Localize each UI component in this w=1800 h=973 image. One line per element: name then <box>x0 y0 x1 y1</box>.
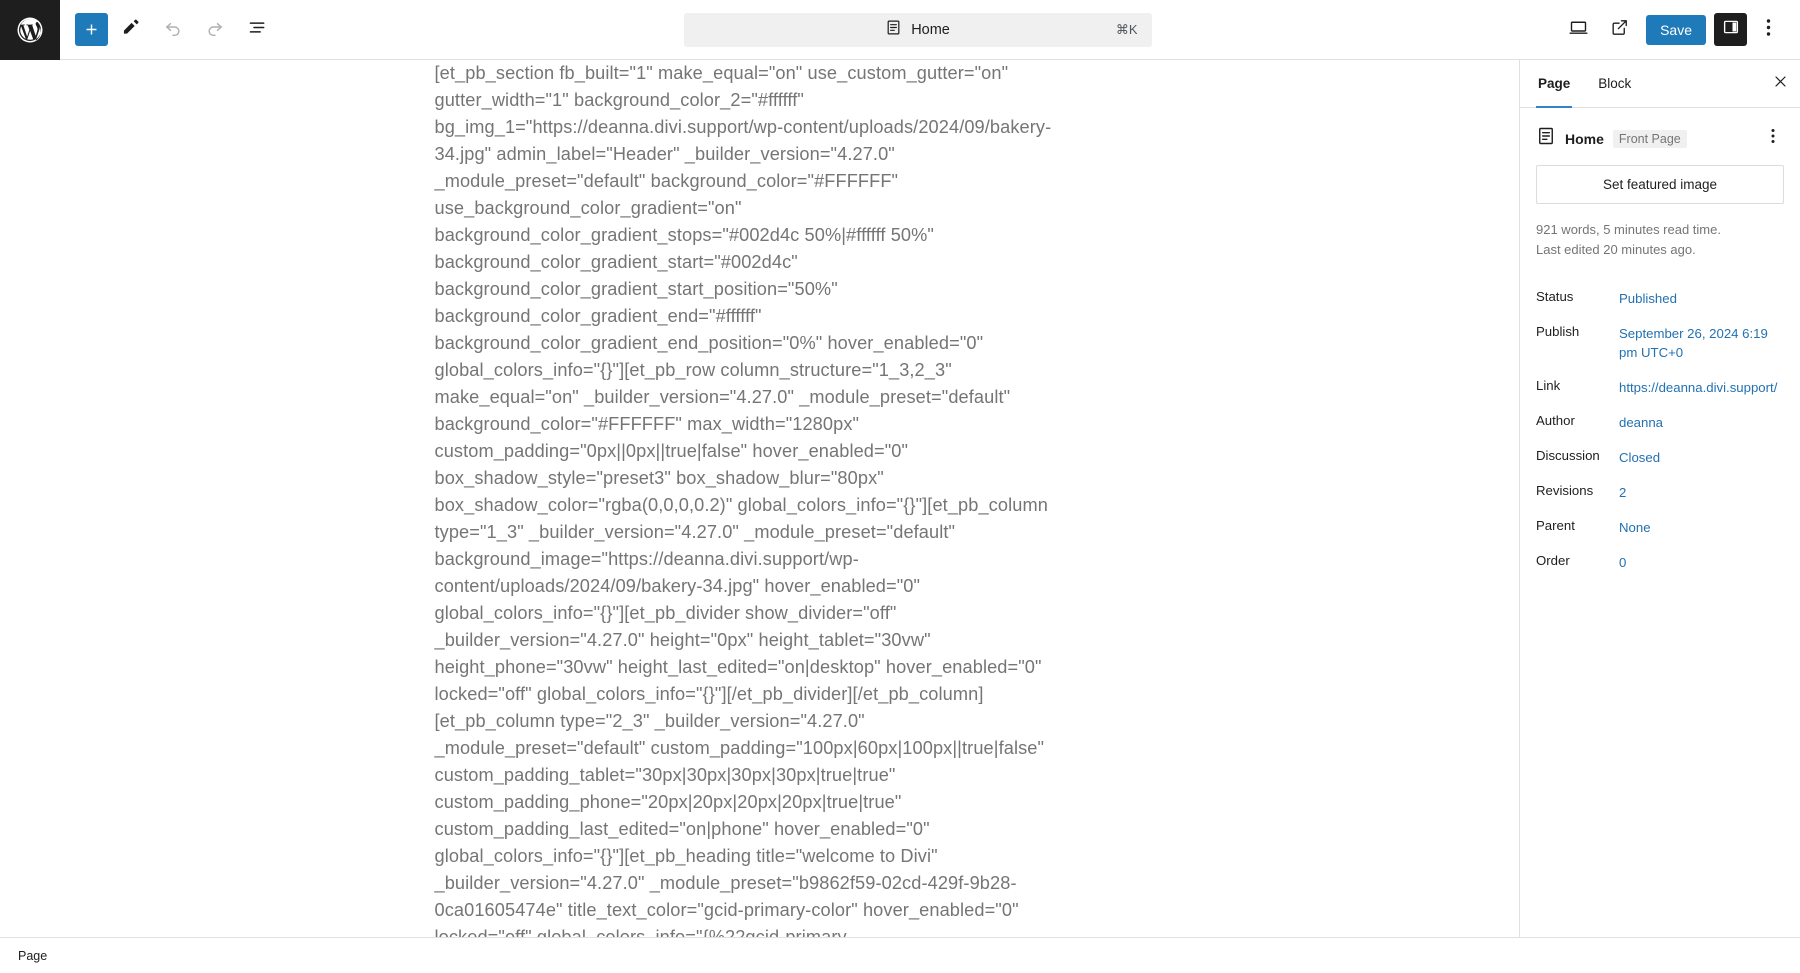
redo-icon <box>205 17 225 42</box>
command-bar-content: Home <box>885 19 950 41</box>
page-title: Home <box>1565 130 1604 147</box>
tab-block-label: Block <box>1598 76 1632 91</box>
pencil-icon <box>121 17 141 42</box>
tab-page[interactable]: Page <box>1524 60 1584 108</box>
meta-label-parent: Parent <box>1536 518 1575 533</box>
command-bar-shortcut: ⌘K <box>1115 21 1138 37</box>
settings-sidebar: Page Block Home Front Page Set featured … <box>1519 60 1800 937</box>
meta-row-status: Status Published <box>1536 284 1784 319</box>
last-edited-text: Last edited 20 minutes ago. <box>1536 242 1696 257</box>
editor-workspace: [et_pb_section fb_built="1" make_equal="… <box>0 60 1800 937</box>
editor-top-bar: Home ⌘K Save <box>0 0 1800 60</box>
discussion-value[interactable]: Closed <box>1619 448 1784 467</box>
wordpress-logo-button[interactable] <box>0 0 60 60</box>
status-value[interactable]: Published <box>1619 289 1784 308</box>
meta-label-discussion: Discussion <box>1536 448 1600 463</box>
revisions-value[interactable]: 2 <box>1619 483 1784 502</box>
order-value[interactable]: 0 <box>1619 553 1784 572</box>
desktop-icon <box>1568 17 1589 43</box>
meta-label-publish: Publish <box>1536 324 1580 339</box>
view-page-button[interactable] <box>1600 11 1638 49</box>
meta-row-parent: Parent None <box>1536 513 1784 548</box>
page-meta-list: Status Published Publish September 26, 2… <box>1520 264 1800 583</box>
close-icon <box>1773 74 1788 94</box>
parent-value[interactable]: None <box>1619 518 1784 537</box>
meta-row-discussion: Discussion Closed <box>1536 443 1784 478</box>
meta-row-revisions: Revisions 2 <box>1536 478 1784 513</box>
permalink-value[interactable]: https://deanna.divi.support/ <box>1619 378 1784 397</box>
post-stats: 921 words, 5 minutes read time. Last edi… <box>1536 204 1784 260</box>
close-sidebar-button[interactable] <box>1760 60 1800 108</box>
editor-bottom-bar: Page <box>0 937 1800 973</box>
meta-row-link: Link https://deanna.divi.support/ <box>1536 373 1784 408</box>
meta-label-status: Status <box>1536 289 1574 304</box>
wordpress-logo-icon <box>15 15 45 45</box>
kebab-menu-icon <box>1771 128 1775 149</box>
front-page-badge: Front Page <box>1612 129 1687 148</box>
save-button[interactable]: Save <box>1646 14 1706 45</box>
undo-icon <box>163 17 183 42</box>
top-bar-right-tools: Save <box>1559 11 1800 49</box>
meta-row-order: Order 0 <box>1536 548 1784 583</box>
page-header-row: Home Front Page <box>1536 122 1784 165</box>
shortcode-block-content[interactable]: [et_pb_section fb_built="1" make_equal="… <box>435 60 1080 937</box>
meta-row-author: Author deanna <box>1536 408 1784 443</box>
page-actions-button[interactable] <box>1762 127 1784 151</box>
list-view-icon <box>247 17 268 43</box>
settings-sidebar-toggle[interactable] <box>1714 13 1747 46</box>
tools-pencil-button[interactable] <box>112 11 150 49</box>
command-bar-title: Home <box>911 21 950 38</box>
external-link-icon <box>1610 18 1629 42</box>
meta-row-publish: Publish September 26, 2024 6:19 pm UTC+0 <box>1536 319 1784 373</box>
redo-button[interactable] <box>196 11 234 49</box>
word-count-text: 921 words, 5 minutes read time. <box>1536 222 1721 237</box>
top-bar-left-tools <box>60 11 276 49</box>
meta-label-link: Link <box>1536 378 1561 393</box>
editor-canvas[interactable]: [et_pb_section fb_built="1" make_equal="… <box>0 60 1519 937</box>
breadcrumb[interactable]: Page <box>18 949 47 963</box>
meta-label-author: Author <box>1536 413 1575 428</box>
block-inserter-button[interactable] <box>75 13 108 46</box>
set-featured-image-button[interactable]: Set featured image <box>1536 165 1784 204</box>
meta-label-revisions: Revisions <box>1536 483 1594 498</box>
command-bar-wrapper: Home ⌘K <box>276 12 1559 47</box>
undo-button[interactable] <box>154 11 192 49</box>
canvas-inner: [et_pb_section fb_built="1" make_equal="… <box>5 60 1515 937</box>
editor-options-button[interactable] <box>1750 11 1786 49</box>
meta-label-order: Order <box>1536 553 1570 568</box>
page-summary-section: Home Front Page Set featured image 921 w… <box>1520 108 1800 264</box>
sidebar-panel-icon <box>1722 18 1740 41</box>
publish-date-value[interactable]: September 26, 2024 6:19 pm UTC+0 <box>1619 324 1784 362</box>
page-icon <box>885 19 902 41</box>
author-value[interactable]: deanna <box>1619 413 1784 432</box>
preview-device-button[interactable] <box>1559 11 1597 49</box>
kebab-menu-icon <box>1766 18 1771 42</box>
document-overview-button[interactable] <box>238 11 276 49</box>
page-icon <box>1536 126 1556 151</box>
command-bar[interactable]: Home ⌘K <box>683 12 1152 47</box>
tab-block[interactable]: Block <box>1584 60 1645 108</box>
tab-page-label: Page <box>1538 76 1571 91</box>
sidebar-tab-list: Page Block <box>1520 60 1800 108</box>
